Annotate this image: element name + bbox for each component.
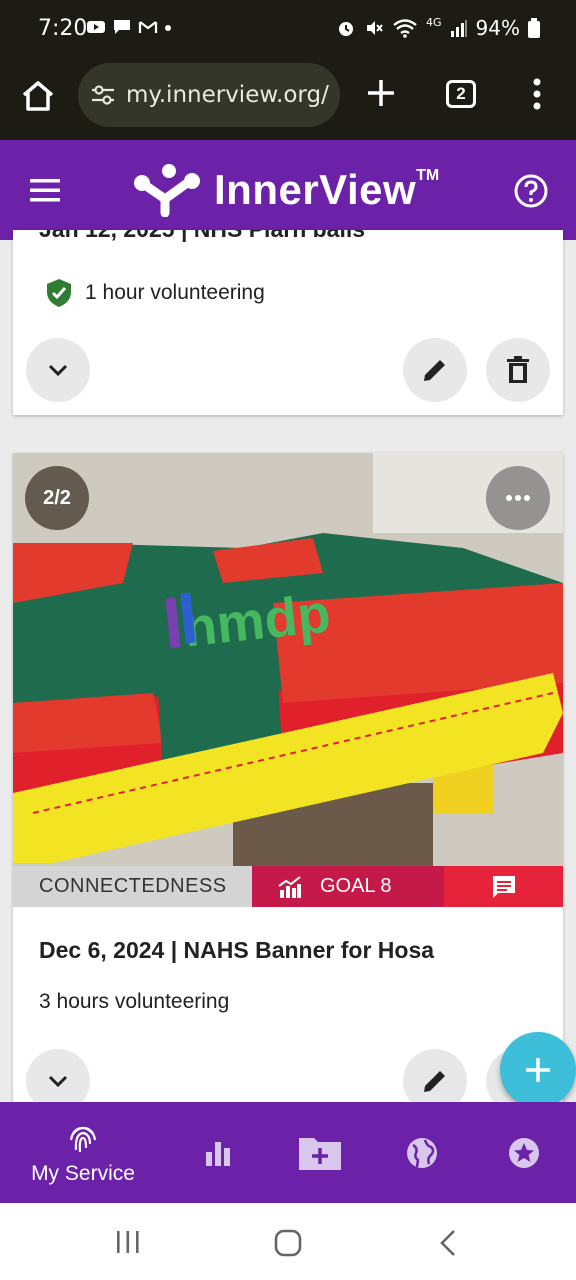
network-type: 4G [426, 15, 442, 29]
app-name: InnerView [214, 166, 417, 213]
tab-switcher-button[interactable]: 2 [446, 80, 476, 108]
chevron-down-icon [48, 1075, 68, 1088]
entry-title: Jan 12, 2025 | NHS Plarn balls [39, 230, 365, 242]
help-icon[interactable] [512, 172, 550, 210]
trademark-mark: TM [416, 167, 440, 184]
nav-stats[interactable] [188, 1102, 248, 1203]
wifi-icon [393, 19, 417, 38]
browser-toolbar: my.innerview.org/ 2 [0, 58, 576, 140]
gmail-icon [138, 21, 158, 33]
banner-photo-image: nmdp [13, 453, 563, 866]
address-bar[interactable]: my.innerview.org/ [78, 63, 340, 127]
nav-world[interactable] [392, 1102, 452, 1203]
battery-icon [528, 18, 540, 38]
photo-options-button[interactable] [486, 466, 550, 530]
status-time: 7:20 [38, 16, 88, 41]
photo-counter: 2/2 [25, 466, 89, 530]
hours-row: 1 hour volunteering [45, 278, 265, 308]
entry-tags: CONNECTEDNESS GOAL 8 [13, 866, 563, 907]
youtube-icon [87, 21, 105, 33]
growth-chart-icon [278, 875, 301, 898]
nav-my-service[interactable]: My Service [22, 1102, 144, 1203]
recent-apps-icon[interactable] [114, 1229, 142, 1255]
expand-button[interactable] [26, 338, 90, 402]
alarm-icon [339, 22, 354, 36]
home-icon[interactable] [18, 76, 58, 116]
status-bar: 7:20 4G 94% [0, 0, 576, 58]
pencil-icon [424, 1071, 445, 1092]
entry-hours: 1 hour volunteering [85, 281, 265, 304]
notification-dot-icon [165, 25, 171, 31]
category-tag: CONNECTEDNESS [13, 866, 252, 907]
hamburger-menu-icon[interactable] [28, 176, 62, 204]
add-entry-button[interactable] [500, 1032, 576, 1108]
nav-add-folder[interactable] [290, 1102, 350, 1203]
goal-label: GOAL 8 [320, 875, 392, 897]
service-entry-card: Jan 12, 2025 | NHS Plarn balls 1 hour vo… [13, 230, 563, 415]
goal-tag[interactable]: GOAL 8 [252, 866, 444, 907]
verified-shield-icon [47, 279, 71, 307]
delete-button[interactable] [486, 338, 550, 402]
innerview-logo: InnerView TM [132, 162, 439, 218]
more-horizontal-icon [506, 495, 530, 501]
globe-icon [407, 1137, 437, 1168]
entry-hours: 3 hours volunteering [39, 990, 230, 1013]
innerview-mark-icon [134, 164, 200, 217]
home-nav-icon[interactable] [274, 1229, 302, 1257]
signal-icon [450, 20, 467, 37]
fingerprint-icon [69, 1126, 97, 1152]
plus-icon [526, 1058, 550, 1082]
folder-add-icon [299, 1137, 341, 1170]
chevron-down-icon [48, 364, 68, 377]
message-icon [114, 20, 130, 34]
bar-chart-icon [206, 1141, 230, 1166]
url-text: my.innerview.org/ [126, 82, 329, 108]
app-header: InnerView TM [0, 140, 576, 240]
bottom-navigation: My Service [0, 1102, 576, 1203]
entry-title: Dec 6, 2024 | NAHS Banner for Hosa [39, 937, 435, 963]
nav-achievements[interactable] [494, 1102, 554, 1203]
back-icon[interactable] [438, 1229, 458, 1257]
comment-icon [492, 875, 515, 898]
comment-button[interactable] [444, 866, 563, 907]
mute-icon [367, 21, 383, 35]
service-entry-card: nmdp 2/2 CONNECTEDNESS GOAL 8 Dec 6, 202… [13, 453, 563, 1113]
browser-menu-icon[interactable] [526, 74, 548, 114]
edit-button[interactable] [403, 338, 467, 402]
star-badge-icon [509, 1137, 539, 1168]
entry-photo[interactable]: nmdp 2/2 [13, 453, 563, 866]
site-settings-icon[interactable] [90, 84, 116, 106]
nav-label: My Service [31, 1161, 135, 1185]
new-tab-icon[interactable] [362, 74, 400, 112]
trash-icon [507, 356, 529, 383]
battery-level: 94% [475, 16, 520, 40]
pencil-icon [424, 360, 445, 381]
system-navigation-bar [0, 1203, 576, 1280]
